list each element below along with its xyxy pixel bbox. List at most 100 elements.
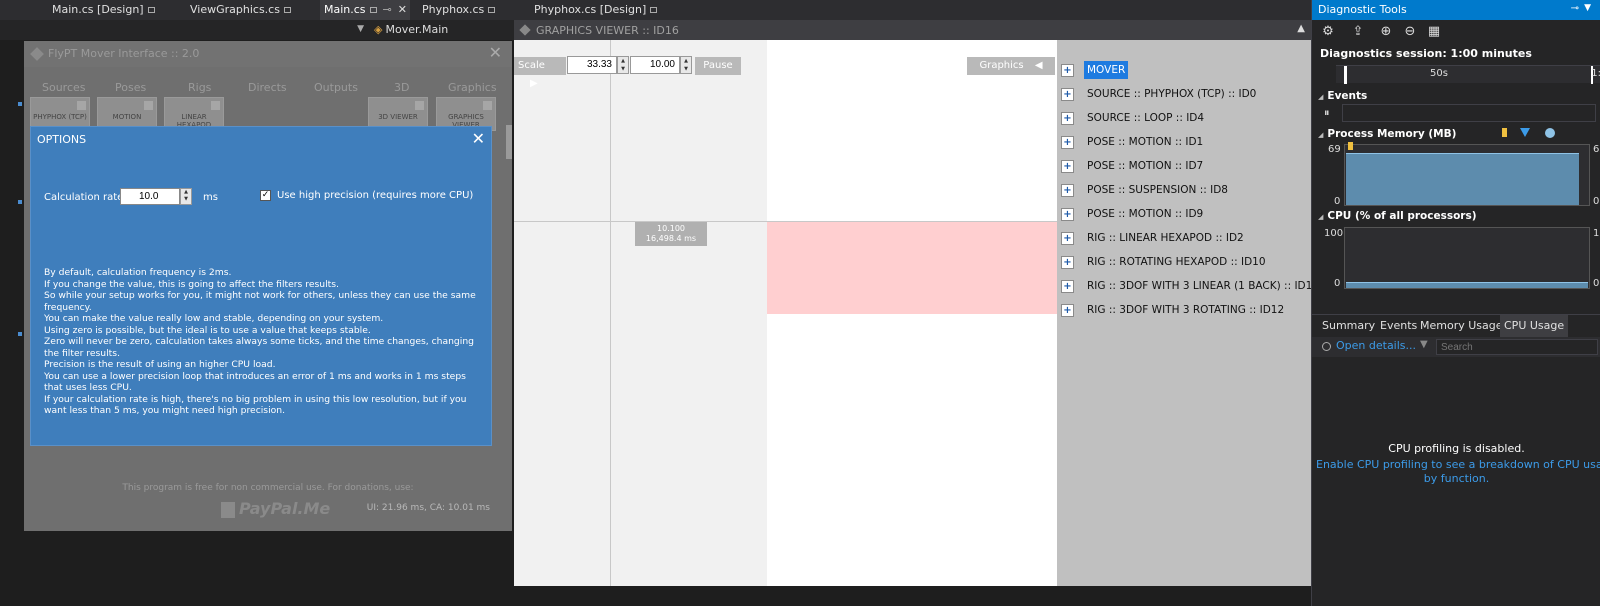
events-section-header[interactable]: ◢ Events: [1318, 90, 1367, 102]
cursor-tooltip: 10.100 16,498.4 ms: [635, 222, 707, 246]
plot-area[interactable]: [514, 40, 767, 586]
expand-icon[interactable]: +: [1061, 280, 1074, 293]
pin-icon[interactable]: ⊸: [1571, 3, 1579, 14]
pause-icon[interactable]: ⏸: [1324, 106, 1330, 120]
timeline-start-marker[interactable]: [1344, 66, 1347, 84]
zoom-in-icon[interactable]: ⊕: [1378, 24, 1394, 40]
zoom-out-icon[interactable]: ⊖: [1402, 24, 1418, 40]
expand-icon[interactable]: +: [1061, 136, 1074, 149]
node-label[interactable]: MOVER: [1084, 61, 1129, 79]
spin-down-icon[interactable]: ▼: [618, 65, 628, 73]
close-icon[interactable]: ✕: [398, 3, 407, 16]
module-checkbox[interactable]: [483, 101, 492, 110]
paypal-link[interactable]: PayPal.Me: [221, 499, 330, 518]
chevron-down-icon[interactable]: ▼: [357, 24, 364, 34]
node-label[interactable]: POSE :: MOTION :: ID1: [1084, 133, 1206, 151]
category-sources[interactable]: Sources: [42, 81, 86, 94]
node-label[interactable]: POSE :: MOTION :: ID9: [1084, 205, 1206, 223]
spin-down-icon[interactable]: ▼: [681, 65, 691, 73]
expand-icon[interactable]: +: [1061, 304, 1074, 317]
node-label[interactable]: RIG :: ROTATING HEXAPOD :: ID10: [1084, 253, 1269, 271]
category-graphics[interactable]: Graphics: [448, 81, 497, 94]
node-label[interactable]: SOURCE :: PHYPHOX (TCP) :: ID0: [1084, 85, 1259, 103]
module-checkbox[interactable]: [77, 101, 86, 110]
filter-icon[interactable]: ▼: [1420, 339, 1428, 350]
module-checkbox[interactable]: [211, 101, 220, 110]
calc-rate-stepper[interactable]: ▲ ▼: [180, 188, 192, 205]
spin-up-icon[interactable]: ▲: [618, 57, 628, 65]
tab-viewgraphics[interactable]: ViewGraphics.cs: [186, 0, 291, 20]
events-track[interactable]: [1342, 104, 1596, 122]
tab-main-design[interactable]: Main.cs [Design]: [48, 0, 155, 20]
category-3d[interactable]: 3D: [394, 81, 409, 94]
scale-input-1[interactable]: 33.33: [567, 56, 617, 74]
license-text: This program is free for non commercial …: [122, 483, 414, 493]
scale-input-2[interactable]: 10.00: [630, 56, 680, 74]
expand-icon[interactable]: +: [1061, 64, 1074, 77]
expand-icon[interactable]: +: [1061, 88, 1074, 101]
category-outputs[interactable]: Outputs: [314, 81, 358, 94]
expand-icon[interactable]: +: [1061, 184, 1074, 197]
cpu-chart[interactable]: [1344, 227, 1590, 289]
node-label[interactable]: POSE :: MOTION :: ID7: [1084, 157, 1206, 175]
help-line: Precision is the result of using an high…: [44, 359, 276, 370]
chevron-down-icon[interactable]: ▼: [1584, 3, 1591, 13]
pause-button[interactable]: Pause: [695, 57, 741, 75]
tab-label: Phyphox.cs [Design]: [534, 3, 647, 16]
tab-phyphox[interactable]: Phyphox.cs: [418, 0, 496, 20]
tab-summary[interactable]: Summary: [1318, 315, 1379, 337]
node-label[interactable]: RIG :: LINEAR HEXAPOD :: ID2: [1084, 229, 1247, 247]
spin-up-icon[interactable]: ▲: [681, 57, 691, 65]
diagnostics-tabs: Summary Events Memory Usage CPU Usage: [1312, 314, 1600, 337]
calc-rate-input[interactable]: 10.0: [120, 188, 180, 205]
enable-cpu-profiling-link[interactable]: Enable CPU profiling to see a breakdown …: [1312, 458, 1600, 472]
node-label[interactable]: SOURCE :: LOOP :: ID4: [1084, 109, 1207, 127]
member-dropdown[interactable]: ◈ Mover.Main: [370, 20, 524, 40]
tab-events[interactable]: Events: [1376, 315, 1421, 337]
expand-icon[interactable]: +: [1061, 112, 1074, 125]
dialog-title: OPTIONS: [37, 133, 87, 146]
expand-icon[interactable]: +: [1061, 256, 1074, 269]
scale-stepper-2[interactable]: ▲ ▼: [680, 56, 692, 74]
scale-stepper-1[interactable]: ▲ ▼: [617, 56, 629, 74]
gc-legend-icon: [1502, 128, 1507, 137]
node-label[interactable]: POSE :: SUSPENSION :: ID8: [1084, 181, 1231, 199]
pin-icon[interactable]: ⊸: [383, 3, 392, 16]
tab-memory-usage[interactable]: Memory Usage: [1416, 315, 1507, 337]
category-directs[interactable]: Directs: [248, 81, 287, 94]
graphics-button[interactable]: Graphics ◀: [967, 57, 1055, 75]
gear-icon[interactable]: ⚙: [1320, 24, 1336, 40]
cpu-section-header[interactable]: ◢ CPU (% of all processors): [1318, 210, 1477, 222]
details-toolbar: Open details... ▼: [1312, 337, 1600, 357]
expand-icon[interactable]: +: [1061, 232, 1074, 245]
enable-cpu-profiling-link-cont[interactable]: by function.: [1312, 472, 1600, 485]
export-icon[interactable]: ⇪: [1350, 24, 1366, 40]
scrollbar[interactable]: [506, 125, 512, 159]
process-memory-chart[interactable]: [1344, 144, 1590, 206]
category-rigs[interactable]: Rigs: [188, 81, 211, 94]
expand-icon[interactable]: +: [1061, 160, 1074, 173]
high-precision-checkbox[interactable]: ✓: [260, 190, 271, 201]
collapse-icon[interactable]: ▲: [1297, 23, 1305, 34]
process-memory-header[interactable]: ◢ Process Memory (MB): [1318, 128, 1456, 140]
tab-main-cs[interactable]: Main.cs ⊸ ✕: [320, 0, 410, 20]
tab-cpu-usage[interactable]: CPU Usage: [1500, 315, 1569, 337]
module-checkbox[interactable]: [415, 101, 424, 110]
open-details-link[interactable]: Open details...: [1336, 339, 1416, 352]
tab-phyphox-design[interactable]: Phyphox.cs [Design]: [530, 0, 658, 20]
timeline-ruler[interactable]: 50s 1:: [1336, 65, 1600, 84]
module-checkbox[interactable]: [144, 101, 153, 110]
close-icon[interactable]: ✕: [489, 43, 502, 62]
spin-down-icon[interactable]: ▼: [181, 196, 191, 203]
reset-zoom-icon[interactable]: ▦: [1426, 24, 1442, 40]
snapshot-legend-icon: [1520, 128, 1530, 137]
node-label[interactable]: RIG :: 3DOF WITH 3 ROTATING :: ID12: [1084, 301, 1287, 319]
memory-axis-max-right: 69: [1593, 144, 1600, 155]
node-label[interactable]: RIG :: 3DOF WITH 3 LINEAR (1 BACK) :: ID…: [1084, 277, 1322, 295]
spin-up-icon[interactable]: ▲: [181, 189, 191, 196]
gc-marker-icon[interactable]: [1348, 142, 1353, 150]
search-input[interactable]: [1436, 339, 1598, 355]
expand-icon[interactable]: +: [1061, 208, 1074, 221]
close-icon[interactable]: ✕: [472, 129, 485, 148]
category-poses[interactable]: Poses: [115, 81, 146, 94]
